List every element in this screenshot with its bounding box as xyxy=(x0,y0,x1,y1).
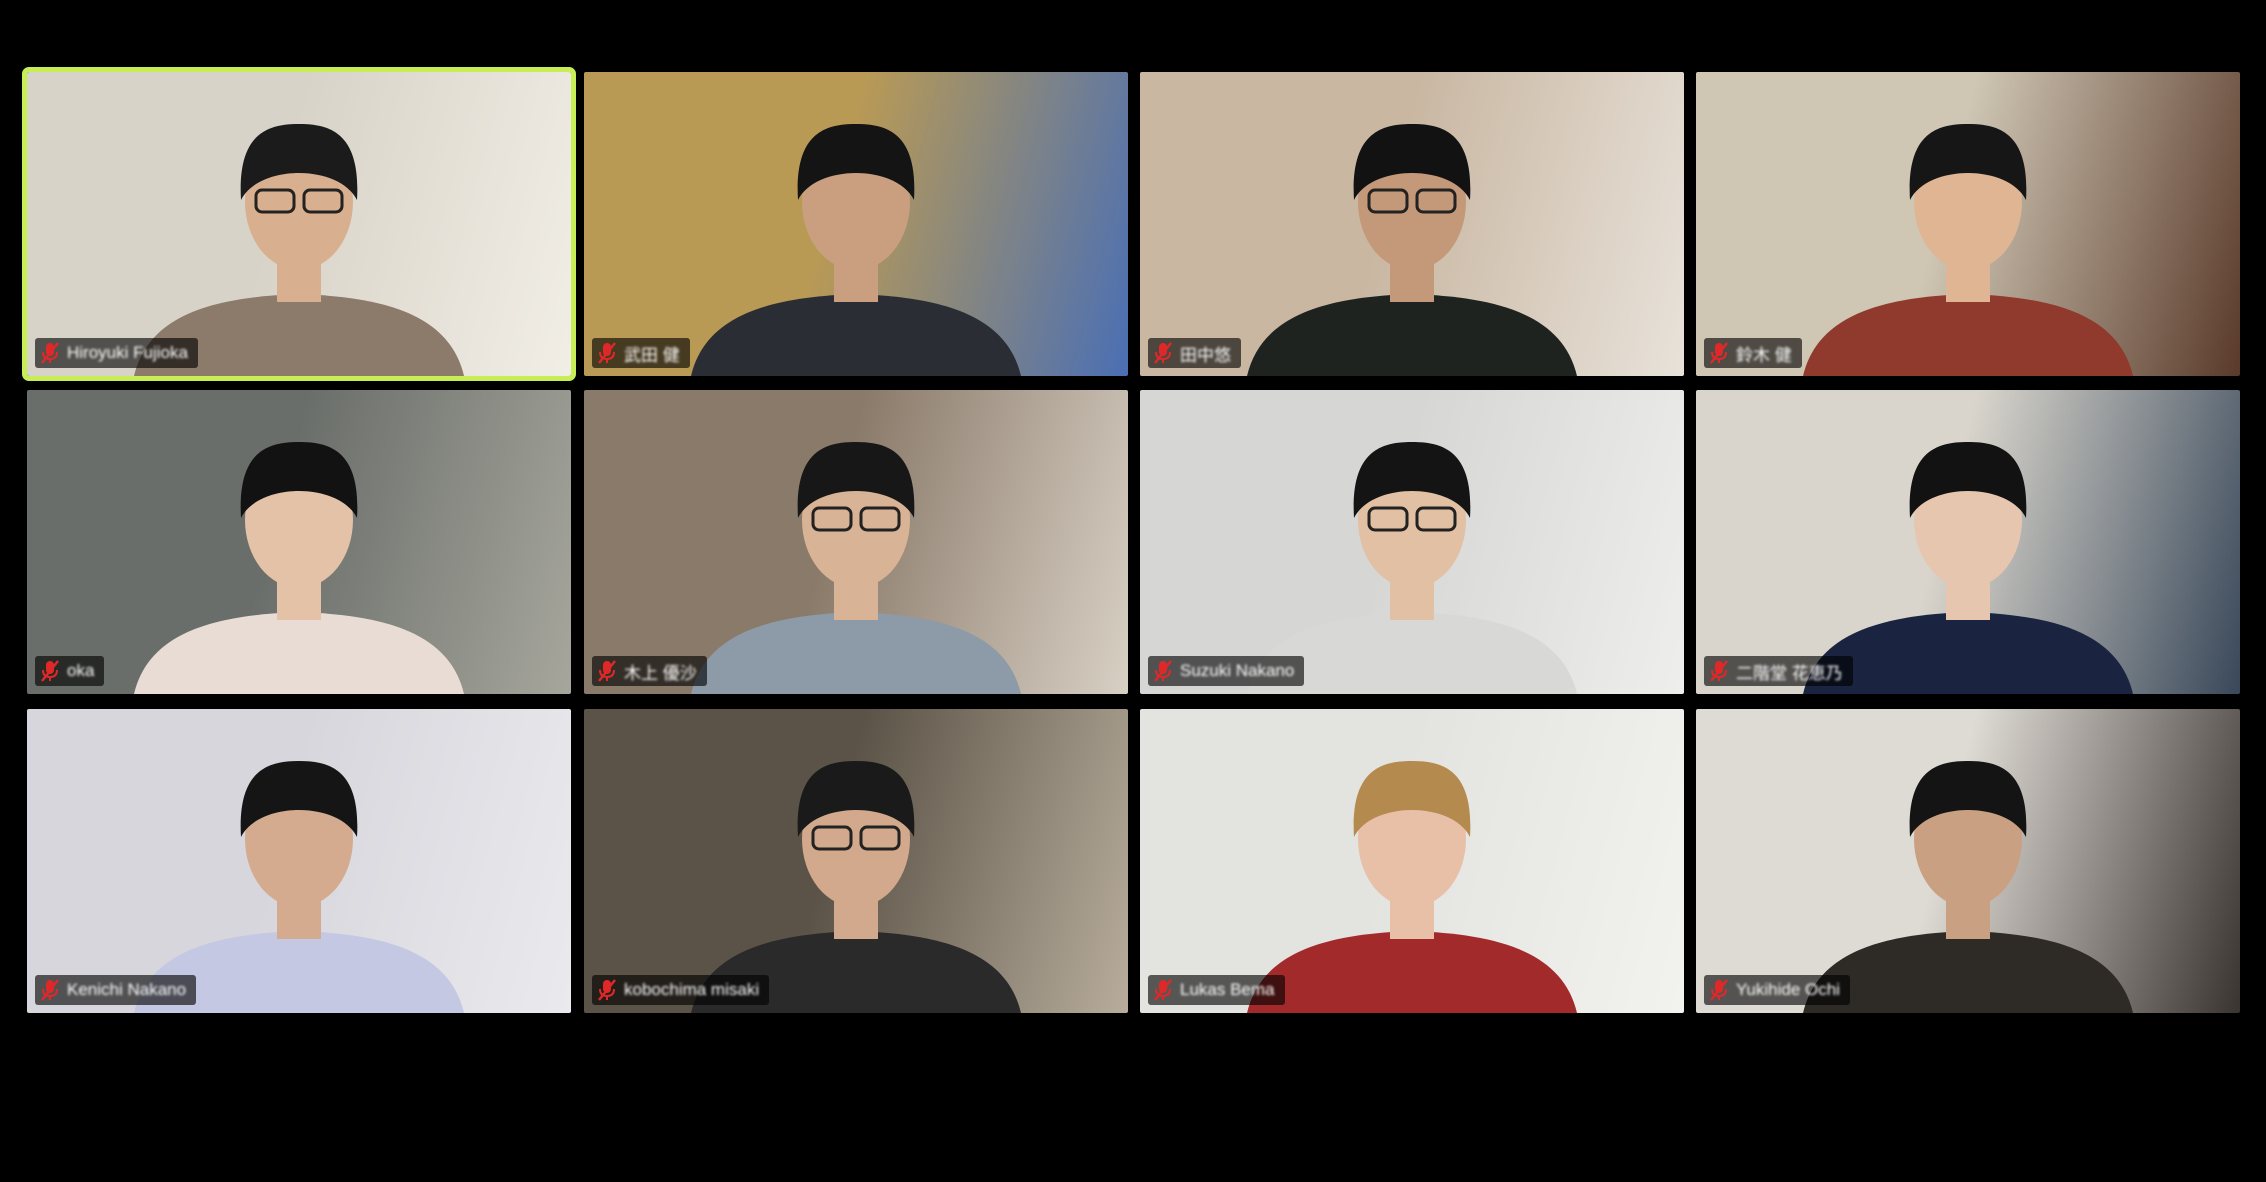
participant-name: 鈴木 健 xyxy=(1736,345,1792,365)
mic-muted-icon xyxy=(41,979,59,1001)
participant-name: Lukas Bema xyxy=(1180,980,1275,999)
participant-video-feed xyxy=(1803,761,2133,1013)
participant-video-feed xyxy=(1247,442,1577,694)
participant-video-tile[interactable]: oka xyxy=(27,390,571,694)
mic-muted-icon xyxy=(1710,660,1728,682)
participant-nametag: 木上 優沙 xyxy=(592,656,707,686)
participant-video-feed xyxy=(134,124,464,376)
participant-torso xyxy=(134,612,464,694)
participant-video-tile[interactable]: 田中悠 xyxy=(1140,72,1684,376)
participant-video-tile[interactable]: Yukihide Ochi xyxy=(1696,709,2240,1013)
participant-name: oka xyxy=(67,661,95,680)
participant-video-feed xyxy=(691,761,1021,1013)
participant-video-tile[interactable]: Suzuki Nakano xyxy=(1140,390,1684,694)
participant-name: Hiroyuki Fujioka xyxy=(67,343,188,362)
mic-muted-icon xyxy=(41,342,59,364)
participant-torso xyxy=(1803,294,2133,376)
participant-torso xyxy=(1247,931,1577,1013)
participant-video-tile[interactable]: 武田 健 xyxy=(584,72,1128,376)
participant-video-tile[interactable]: kobochima misaki xyxy=(584,709,1128,1013)
participant-video-feed xyxy=(1803,124,2133,376)
participant-nametag: Kenichi Nakano xyxy=(35,975,197,1005)
participant-torso xyxy=(691,612,1021,694)
participant-video-feed xyxy=(134,442,464,694)
participant-torso xyxy=(1247,294,1577,376)
mic-muted-icon xyxy=(1710,979,1728,1001)
participant-nametag: Yukihide Ochi xyxy=(1704,975,1850,1005)
participant-nametag: 武田 健 xyxy=(592,338,690,368)
participant-video-feed xyxy=(691,124,1021,376)
mic-muted-icon xyxy=(1154,342,1172,364)
video-gallery: Hiroyuki Fujioka 武田 健 田中悠 鈴木 健 oka 木上 優沙 Suzuk… xyxy=(0,0,2266,1182)
participant-name: Kenichi Nakano xyxy=(67,980,187,999)
participant-nametag: 鈴木 健 xyxy=(1704,338,1802,368)
participant-name: 木上 優沙 xyxy=(624,663,697,683)
participant-nametag: Lukas Bema xyxy=(1148,975,1285,1005)
mic-muted-icon xyxy=(41,660,59,682)
participant-name: 武田 健 xyxy=(624,345,680,365)
participant-nametag: Suzuki Nakano xyxy=(1148,656,1305,686)
participant-name: kobochima misaki xyxy=(624,980,760,999)
participant-torso xyxy=(1803,931,2133,1013)
mic-muted-icon xyxy=(1710,342,1728,364)
participant-video-feed xyxy=(1247,761,1577,1013)
participant-nametag: 二階堂 花恵乃 xyxy=(1704,656,1853,686)
participant-nametag: Hiroyuki Fujioka xyxy=(35,338,198,368)
participant-torso xyxy=(691,294,1021,376)
participant-video-feed xyxy=(1247,124,1577,376)
mic-muted-icon xyxy=(598,979,616,1001)
participant-nametag: kobochima misaki xyxy=(592,975,770,1005)
participant-name: 二階堂 花恵乃 xyxy=(1736,663,1843,683)
participant-nametag: 田中悠 xyxy=(1148,338,1241,368)
mic-muted-icon xyxy=(1154,660,1172,682)
participant-video-feed xyxy=(1803,442,2133,694)
participant-video-tile[interactable]: 二階堂 花恵乃 xyxy=(1696,390,2240,694)
participant-nametag: oka xyxy=(35,656,105,686)
participant-name: Yukihide Ochi xyxy=(1736,980,1840,999)
participant-name: Suzuki Nakano xyxy=(1180,661,1295,680)
participant-video-tile[interactable]: 木上 優沙 xyxy=(584,390,1128,694)
participant-video-tile[interactable]: Lukas Bema xyxy=(1140,709,1684,1013)
participant-video-feed xyxy=(691,442,1021,694)
participant-name: 田中悠 xyxy=(1180,345,1231,365)
participant-video-tile[interactable]: 鈴木 健 xyxy=(1696,72,2240,376)
mic-muted-icon xyxy=(1154,979,1172,1001)
participant-video-tile[interactable]: Kenichi Nakano xyxy=(27,709,571,1013)
mic-muted-icon xyxy=(598,342,616,364)
participant-video-feed xyxy=(134,761,464,1013)
mic-muted-icon xyxy=(598,660,616,682)
participant-video-tile[interactable]: Hiroyuki Fujioka xyxy=(22,67,576,381)
